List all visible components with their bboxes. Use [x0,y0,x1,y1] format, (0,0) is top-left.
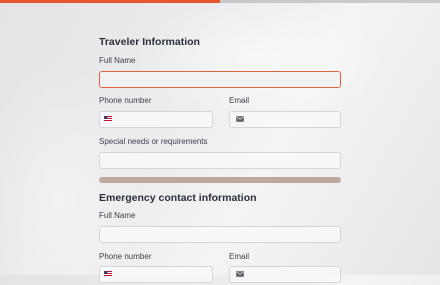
progress-bar-fill [0,0,220,3]
traveler-phone-label: Phone number [99,96,152,105]
emergency-full-name-input[interactable] [100,230,340,245]
traveler-email-label: Email [229,96,250,105]
emergency-email-label: Email [229,252,250,261]
us-flag-icon[interactable] [104,116,112,122]
emergency-phone-label: Phone number [99,252,152,261]
emergency-email-input[interactable] [230,270,340,285]
mail-icon [236,116,244,122]
traveler-email-input[interactable] [230,115,340,130]
special-needs-field[interactable] [99,152,341,171]
traveler-full-name-label: Full Name [99,56,136,65]
traveler-phone-field[interactable] [99,111,213,130]
traveler-full-name-field[interactable] [99,71,341,90]
traveler-information-title: Traveler Information [99,36,200,48]
special-needs-label: Special needs or requirements [99,137,208,146]
special-needs-input[interactable] [100,156,340,171]
emergency-full-name-label: Full Name [99,211,136,220]
traveler-full-name-input[interactable] [100,75,340,90]
emergency-full-name-field[interactable] [99,226,341,245]
us-flag-icon[interactable] [104,271,112,277]
emergency-phone-input[interactable] [100,270,212,285]
traveler-phone-input[interactable] [100,115,212,130]
section-divider [99,177,341,183]
traveler-email-field[interactable] [229,111,341,130]
mail-icon [236,271,244,277]
progress-bar [0,0,440,3]
emergency-contact-title: Emergency contact information [99,192,257,204]
